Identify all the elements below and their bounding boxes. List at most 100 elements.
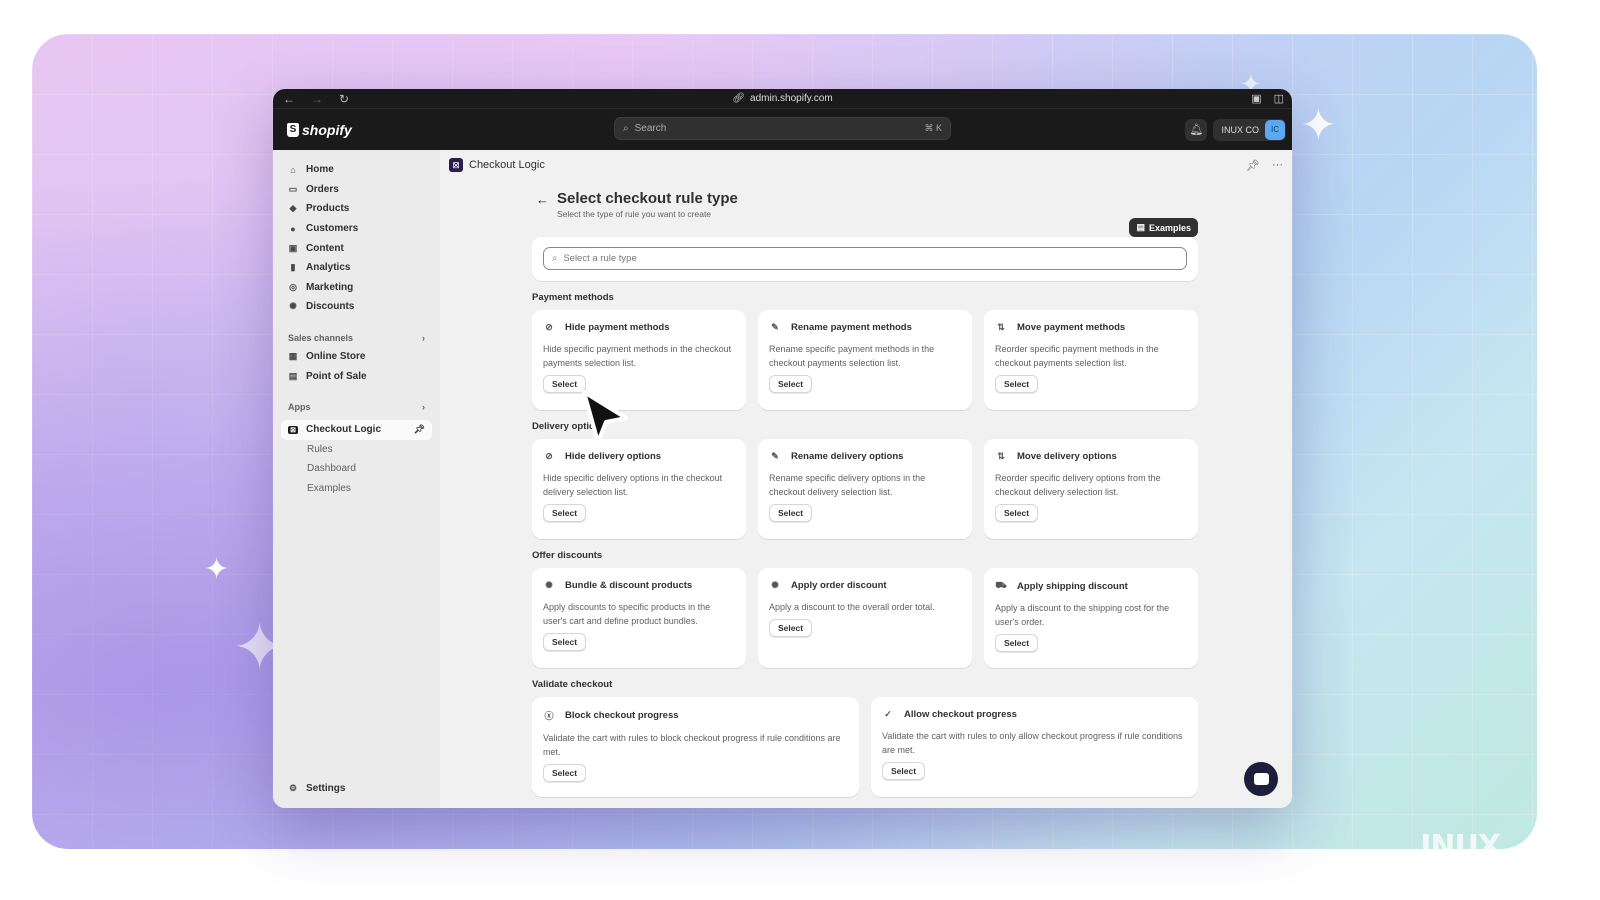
sidebar-item-checkout-logic[interactable]: ⊠ Checkout Logic 📌︎ — [281, 419, 432, 440]
sidebar: ⌂ Home ▭ Orders ◆ Products ● Customers ▣ Content ▮… — [273, 150, 440, 808]
rule-type-card: ✎ Rename delivery options Rename specific… — [758, 439, 972, 539]
card-description: Apply a discount to the overall order to… — [769, 602, 935, 612]
inbox-icon: ▭ — [288, 183, 298, 194]
truck-icon: ⛟ — [995, 580, 1007, 590]
global-search-input[interactable]: ⌕ Search ⌘ K — [614, 117, 951, 140]
select-button[interactable]: Select — [769, 375, 813, 393]
browser-chrome: ← → ↻ 🔗︎ admin.shopify.com ▣ ◫ — [273, 89, 1292, 109]
eye-off-icon: ⊘ — [545, 451, 553, 461]
sidebar-subitem-rules[interactable]: Rules — [281, 440, 432, 460]
page-subtitle: Select the type of rule you want to crea… — [557, 209, 712, 219]
more-options-icon[interactable]: ··· — [1272, 159, 1283, 172]
card-title: Apply order discount — [791, 580, 887, 591]
avatar: IC — [1265, 119, 1285, 140]
sidebar-subitem-examples[interactable]: Examples — [281, 479, 432, 499]
gear-icon: ⚙ — [288, 782, 298, 793]
examples-button[interactable]: ▤ Examples — [1129, 218, 1198, 237]
sidebar-item-content[interactable]: ▣ Content — [281, 238, 432, 258]
select-button[interactable]: Select — [769, 619, 813, 637]
home-icon: ⌂ — [290, 164, 296, 175]
card-description: Reorder specific payment methods in the … — [995, 344, 1159, 368]
app-header: ⊠ Checkout Logic 📌︎ ··· — [440, 150, 1292, 180]
extension-icon[interactable]: ▣ — [1251, 92, 1261, 105]
sidebar-subitem-dashboard[interactable]: Dashboard — [281, 459, 432, 479]
store-menu-button[interactable]: INUX CO IC — [1213, 118, 1286, 141]
apps-header[interactable]: Apps › — [281, 398, 432, 416]
rule-type-card: ⊘ Hide delivery options Hide specific del… — [532, 439, 746, 539]
tag-icon: ◆ — [289, 203, 297, 214]
pencil-icon: ✎ — [771, 451, 779, 461]
sidebar-item-settings[interactable]: ⚙ Settings — [281, 778, 352, 798]
sidebar-item-home[interactable]: ⌂ Home — [281, 160, 432, 180]
address-bar[interactable]: 🔗︎ admin.shopify.com — [732, 93, 832, 104]
sidebar-item-online-store[interactable]: ▦ Online Store — [281, 347, 432, 367]
search-icon: ⌕ — [552, 253, 558, 264]
reload-icon[interactable]: ↻ — [339, 92, 349, 106]
back-arrow-button[interactable]: ← — [536, 192, 549, 207]
sidebar-item-products[interactable]: ◆ Products — [281, 199, 432, 219]
search-icon: ⌕ — [623, 123, 629, 134]
checkout-logic-app-icon: ⊠ — [449, 158, 463, 172]
rule-type-card: ✓ Allow checkout progress Validate the ca… — [871, 697, 1198, 797]
sidebar-item-customers[interactable]: ● Customers — [281, 219, 432, 239]
rule-type-card: ⓧ Block checkout progress Validate the ca… — [532, 697, 859, 797]
card-title: Rename delivery options — [791, 451, 904, 462]
card-title: Rename payment methods — [791, 322, 912, 333]
chat-button[interactable] — [1244, 762, 1278, 796]
bar-chart-icon: ▮ — [290, 262, 296, 273]
rule-type-card: ⇅ Move delivery options Reorder specific … — [984, 439, 1198, 539]
select-button[interactable]: Select — [543, 504, 587, 522]
rule-type-card: ✺ Bundle & discount products Apply discou… — [532, 568, 746, 668]
card-title: Bundle & discount products — [565, 580, 693, 591]
rule-search-card: ⌕ Select a rule type — [532, 237, 1198, 281]
card-description: Rename specific payment methods in the c… — [769, 344, 935, 368]
book-icon: ▤ — [1136, 222, 1145, 232]
sidebar-item-discounts[interactable]: ✺ Discounts — [281, 297, 432, 317]
card-description: Rename specific delivery options in the … — [769, 473, 926, 497]
pin-icon[interactable]: 📌︎ — [414, 424, 425, 435]
shopify-bag-icon: S — [287, 122, 299, 137]
card-title: Apply shipping discount — [1017, 580, 1128, 592]
reorder-icon: ⇅ — [997, 322, 1005, 332]
sparkle-icon: ✦ — [1300, 100, 1337, 151]
card-description: Apply a discount to the shipping cost fo… — [995, 603, 1170, 627]
pin-icon[interactable]: 📌︎ — [1246, 159, 1260, 172]
card-description: Hide specific payment methods in the che… — [543, 344, 732, 368]
x-circle-icon: ⓧ — [544, 711, 554, 721]
card-description: Validate the cart with rules to only all… — [882, 731, 1183, 755]
card-description: Apply discounts to specific products in … — [543, 602, 711, 626]
eye-off-icon: ⊘ — [545, 322, 553, 332]
discount-icon: ✺ — [771, 580, 779, 590]
chat-bubble-icon — [1253, 773, 1269, 785]
shopify-logo[interactable]: Sshopify — [287, 122, 352, 138]
rule-type-card: ✺ Apply order discount Apply a discount t… — [758, 568, 972, 668]
mouse-cursor-icon — [582, 390, 628, 444]
bell-icon: 🔔︎ — [1189, 124, 1204, 136]
select-button[interactable]: Select — [543, 633, 587, 651]
rule-type-search-input[interactable]: ⌕ Select a rule type — [543, 247, 1187, 270]
notifications-button[interactable]: 🔔︎ — [1185, 118, 1208, 141]
browser-window: ← → ↻ 🔗︎ admin.shopify.com ▣ ◫ Sshopify ⌕ … — [273, 89, 1292, 808]
select-button[interactable]: Select — [995, 375, 1039, 393]
card-title: Hide payment methods — [565, 322, 670, 333]
card-description: Hide specific delivery options in the ch… — [543, 473, 723, 497]
page-title: Select checkout rule type — [557, 190, 738, 207]
sidebar-item-orders[interactable]: ▭ Orders — [281, 180, 432, 200]
select-button[interactable]: Select — [543, 764, 587, 782]
back-arrow-icon[interactable]: ← — [283, 92, 295, 106]
sidebar-item-analytics[interactable]: ▮ Analytics — [281, 258, 432, 278]
sidebar-item-marketing[interactable]: ◎ Marketing — [281, 278, 432, 298]
card-description: Reorder specific delivery options from t… — [995, 473, 1161, 497]
sidebar-item-point-of-sale[interactable]: ▤ Point of Sale — [281, 366, 432, 386]
split-view-icon[interactable]: ◫ — [1274, 92, 1284, 105]
select-button[interactable]: Select — [769, 504, 813, 522]
chevron-right-icon: › — [422, 332, 425, 343]
sales-channels-header[interactable]: Sales channels › — [281, 329, 432, 347]
store-icon: ▦ — [288, 351, 298, 362]
card-title: Move delivery options — [1017, 451, 1117, 462]
card-title: Block checkout progress — [565, 710, 679, 721]
forward-arrow-icon[interactable]: → — [311, 92, 323, 106]
select-button[interactable]: Select — [995, 504, 1039, 522]
select-button[interactable]: Select — [995, 634, 1039, 652]
select-button[interactable]: Select — [882, 762, 926, 780]
